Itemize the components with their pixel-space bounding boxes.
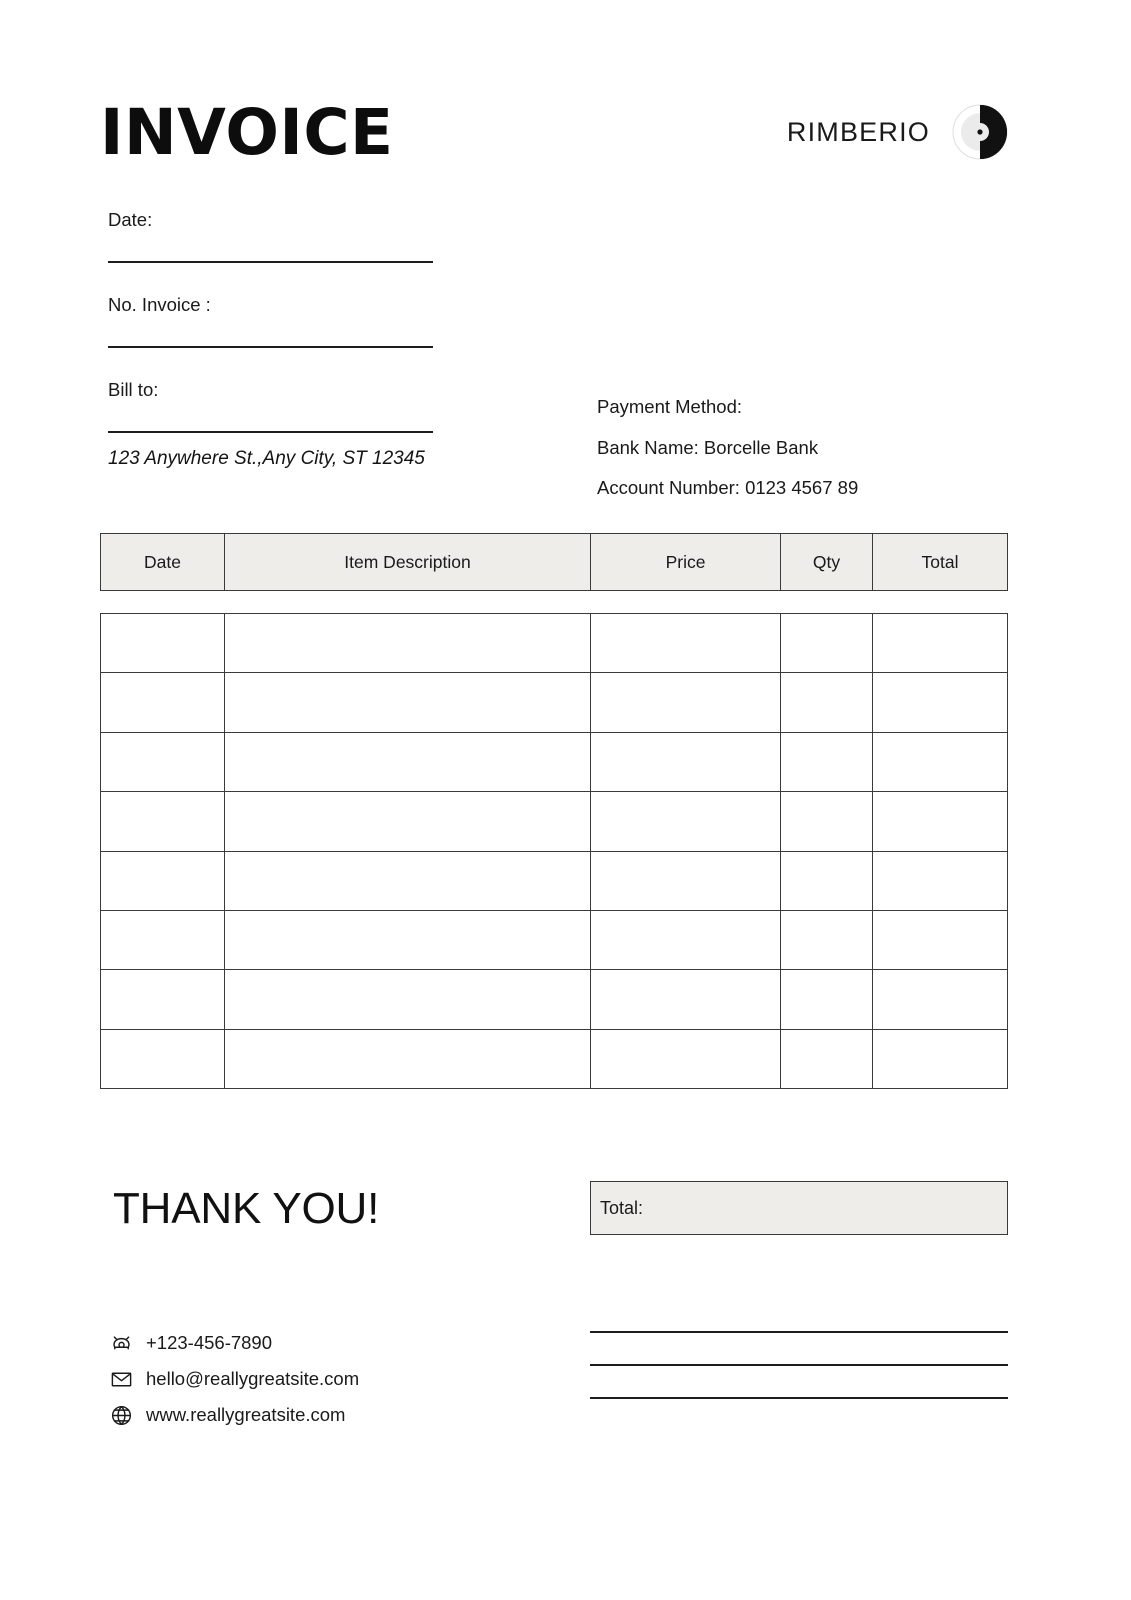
invoice-number-input-rule[interactable] — [108, 346, 433, 349]
cell-total[interactable] — [873, 733, 1007, 791]
column-header-total: Total — [921, 551, 959, 572]
contact-text: www.reallygreatsite.com — [146, 1403, 346, 1425]
column-header-qty: Qty — [781, 534, 873, 590]
invoice-number-label: No. Invoice : — [108, 294, 211, 316]
cell-price[interactable] — [591, 910, 781, 970]
cell-description[interactable] — [225, 970, 591, 1029]
payment-account-number: Account Number: 0123 4567 89 — [597, 477, 859, 498]
cell-date[interactable] — [101, 851, 225, 910]
signature-rule[interactable] — [590, 1331, 1008, 1333]
thank-you-heading: THANK YOU! — [113, 1184, 380, 1233]
globe-icon — [110, 1404, 133, 1427]
cell-description[interactable] — [225, 792, 591, 851]
invoice-page: INVOICE RIMBERIO Date: No. Invoice : Bil… — [0, 0, 1131, 1600]
cell-price[interactable] — [591, 673, 781, 732]
brand-name: RIMBERIO — [786, 116, 930, 147]
cell-date[interactable] — [101, 673, 225, 732]
cell-qty[interactable] — [781, 970, 873, 1029]
email-icon — [110, 1368, 133, 1391]
cell-qty[interactable] — [781, 673, 873, 732]
cell-date[interactable] — [101, 732, 225, 792]
payment-method-block: Payment Method: Bank Name: Borcelle Bank… — [597, 396, 1017, 498]
cell-qty[interactable] — [781, 851, 873, 910]
phone-icon — [110, 1332, 133, 1355]
cell-date[interactable] — [101, 970, 225, 1029]
contact-row[interactable]: www.reallygreatsite.com — [110, 1403, 530, 1427]
cell-price[interactable] — [591, 1029, 781, 1089]
cell-description[interactable] — [225, 673, 591, 732]
signature-rules — [590, 1331, 1008, 1399]
total-box[interactable]: Total: — [590, 1181, 1008, 1235]
signature-rule[interactable] — [590, 1397, 1008, 1399]
cell-price[interactable] — [591, 792, 781, 851]
contact-row[interactable]: hello@reallygreatsite.com — [110, 1367, 530, 1391]
payment-method-heading: Payment Method: — [597, 396, 742, 417]
payment-bank-name: Bank Name: Borcelle Bank — [597, 436, 819, 458]
cell-description[interactable] — [225, 910, 591, 970]
cell-qty[interactable] — [781, 910, 873, 970]
cell-qty[interactable] — [781, 792, 873, 851]
rimberio-circle-logo-icon — [952, 104, 1008, 160]
cell-date[interactable] — [101, 614, 225, 673]
table-row[interactable] — [101, 970, 1007, 1030]
cell-description[interactable] — [225, 614, 591, 673]
cell-total[interactable] — [873, 970, 1007, 1028]
table-row[interactable] — [101, 851, 1007, 911]
cell-description[interactable] — [225, 1029, 591, 1089]
items-table-header: Date Item Description Price Qty Total — [100, 533, 1008, 591]
cell-price[interactable] — [591, 851, 781, 910]
brand-block: RIMBERIO — [787, 104, 1008, 160]
cell-qty[interactable] — [781, 732, 873, 792]
cell-qty[interactable] — [781, 1029, 873, 1089]
cell-description[interactable] — [225, 732, 591, 792]
contact-text: hello@reallygreatsite.com — [146, 1367, 360, 1389]
items-table-body — [100, 613, 1008, 1090]
bill-to-address: 123 Anywhere St.,Any City, ST 12345 — [108, 448, 425, 470]
date-input-rule[interactable] — [108, 261, 433, 264]
column-header-description: Item Description — [225, 534, 591, 590]
column-header-date: Date — [101, 534, 225, 590]
cell-total[interactable] — [873, 673, 1007, 731]
invoice-meta-fields: Date: No. Invoice : Bill to: 123 Anywher… — [108, 208, 438, 471]
cell-total[interactable] — [873, 792, 1007, 850]
cell-qty[interactable] — [781, 614, 873, 673]
cell-description[interactable] — [225, 851, 591, 910]
bill-to-label: Bill to: — [108, 379, 159, 401]
contact-list: +123-456-7890 hello@reallygreatsite.com ww… — [110, 1331, 530, 1427]
contact-text: +123-456-7890 — [146, 1331, 273, 1353]
page-title: INVOICE — [100, 95, 394, 169]
cell-date[interactable] — [101, 792, 225, 851]
contact-row[interactable]: +123-456-7890 — [110, 1331, 530, 1355]
column-header-price: Price — [591, 534, 781, 590]
table-row[interactable] — [101, 732, 1007, 793]
table-row[interactable] — [101, 792, 1007, 852]
cell-price[interactable] — [591, 732, 781, 792]
table-row[interactable] — [101, 910, 1007, 971]
bill-to-input-rule[interactable] — [108, 431, 433, 434]
table-row[interactable] — [101, 1029, 1007, 1090]
total-label: Total: — [600, 1197, 644, 1218]
table-row[interactable] — [101, 614, 1007, 674]
cell-date[interactable] — [101, 1029, 225, 1089]
date-label: Date: — [108, 209, 153, 230]
cell-total[interactable] — [873, 1030, 1007, 1088]
invoice-header: INVOICE RIMBERIO — [100, 92, 1008, 172]
cell-date[interactable] — [101, 910, 225, 970]
cell-price[interactable] — [591, 970, 781, 1029]
cell-total[interactable] — [873, 852, 1007, 910]
cell-total[interactable] — [873, 614, 1007, 672]
cell-price[interactable] — [591, 614, 781, 673]
table-row[interactable] — [101, 673, 1007, 733]
cell-total[interactable] — [873, 911, 1007, 969]
signature-rule[interactable] — [590, 1364, 1008, 1366]
